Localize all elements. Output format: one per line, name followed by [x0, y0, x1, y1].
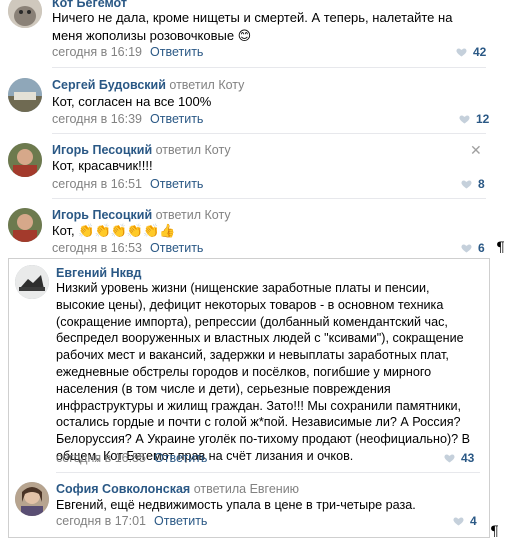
divider [56, 472, 480, 473]
reply-to-label[interactable]: ответила Евгению [194, 482, 299, 496]
comment-text: Кот, красавчик!!!! [52, 158, 153, 173]
pilcrow-mark: ¶ [490, 524, 499, 540]
avatar[interactable] [8, 0, 42, 28]
close-icon[interactable]: ✕ [470, 142, 482, 159]
clap-emoji-icon: 👏👏👏👏👏👍 [78, 223, 176, 238]
comment-text: Кот, согласен на все 100% [52, 94, 212, 109]
comment-time[interactable]: сегодня в 17:01 [56, 514, 146, 528]
comment-time[interactable]: сегодня в 16:39 [52, 112, 142, 126]
like-count: 12 [476, 112, 490, 126]
author-name[interactable]: Игорь Песоцкий [52, 208, 152, 222]
like-count: 4 [470, 514, 477, 528]
comment-meta: сегодня в 16:51 Ответить [52, 177, 203, 191]
comment-text: Евгений, ещё недвижимость упала в цене в… [56, 498, 416, 512]
comment-time[interactable]: сегодня в 16:53 [52, 241, 142, 255]
comment-meta: сегодня в 16:55 Ответить [56, 451, 207, 465]
avatar[interactable] [15, 482, 49, 516]
reply-to-label[interactable]: ответил Коту [156, 208, 231, 222]
reply-button[interactable]: Ответить [154, 451, 207, 465]
reply-button[interactable]: Ответить [154, 514, 207, 528]
like-count: 6 [478, 241, 485, 255]
comment-text-content: Кот, [52, 223, 79, 238]
reply-to-label[interactable]: ответил Коту [169, 78, 244, 92]
heart-icon [460, 242, 473, 254]
author-name[interactable]: София Совколонская [56, 482, 190, 496]
heart-icon [460, 178, 473, 190]
comment-author[interactable]: Игорь Песоцкий ответил Коту [52, 208, 231, 222]
comment-time[interactable]: сегодня в 16:19 [52, 45, 142, 59]
like-button[interactable]: 6 [460, 241, 485, 255]
comment-meta: сегодня в 17:01 Ответить [56, 514, 207, 528]
like-button[interactable]: 43 [443, 451, 474, 465]
heart-icon [443, 452, 456, 464]
like-button[interactable]: 42 [455, 45, 486, 59]
reply-button[interactable]: Ответить [150, 112, 203, 126]
divider [52, 198, 486, 199]
comment-author[interactable]: София Совколонская ответила Евгению [56, 482, 299, 496]
pilcrow-mark: ¶ [496, 240, 505, 256]
divider [52, 67, 486, 68]
divider [52, 133, 486, 134]
comment-text: Кот, 👏👏👏👏👏👍 [52, 222, 462, 240]
author-name[interactable]: Евгений Нквд [56, 266, 141, 280]
author-name[interactable]: Игорь Песоцкий [52, 143, 152, 157]
avatar[interactable] [8, 208, 42, 242]
heart-icon [458, 113, 471, 125]
comment-time[interactable]: сегодня в 16:55 [56, 451, 146, 465]
avatar[interactable] [15, 265, 49, 299]
reply-to-label[interactable]: ответил Коту [156, 143, 231, 157]
author-name[interactable]: Сергей Будовский [52, 78, 166, 92]
heart-icon [455, 46, 468, 58]
reply-button[interactable]: Ответить [150, 45, 203, 59]
comment-text: Ничего не дала, кроме нищеты и смертей. … [52, 10, 453, 43]
like-count: 8 [478, 177, 485, 191]
avatar[interactable] [8, 78, 42, 112]
comment-meta: сегодня в 16:53 Ответить [52, 241, 203, 255]
like-count: 42 [473, 45, 487, 59]
like-count: 43 [461, 451, 475, 465]
reply-button[interactable]: Ответить [150, 177, 203, 191]
like-button[interactable]: 8 [460, 177, 485, 191]
comment-text: Низкий уровень жизни (нищенские заработн… [56, 281, 471, 463]
comment-time[interactable]: сегодня в 16:51 [52, 177, 142, 191]
comment-meta: сегодня в 16:19 Ответить [52, 45, 203, 59]
heart-icon [452, 515, 465, 527]
comment-author[interactable]: Сергей Будовский ответил Коту [52, 78, 244, 92]
reply-button[interactable]: Ответить [150, 241, 203, 255]
comment-author[interactable]: Игорь Песоцкий ответил Коту [52, 143, 231, 157]
like-button[interactable]: 4 [452, 514, 477, 528]
like-button[interactable]: 12 [458, 112, 489, 126]
comment-meta: сегодня в 16:39 Ответить [52, 112, 203, 126]
comment-author[interactable]: Евгений Нквд [56, 266, 141, 280]
avatar[interactable] [8, 143, 42, 177]
